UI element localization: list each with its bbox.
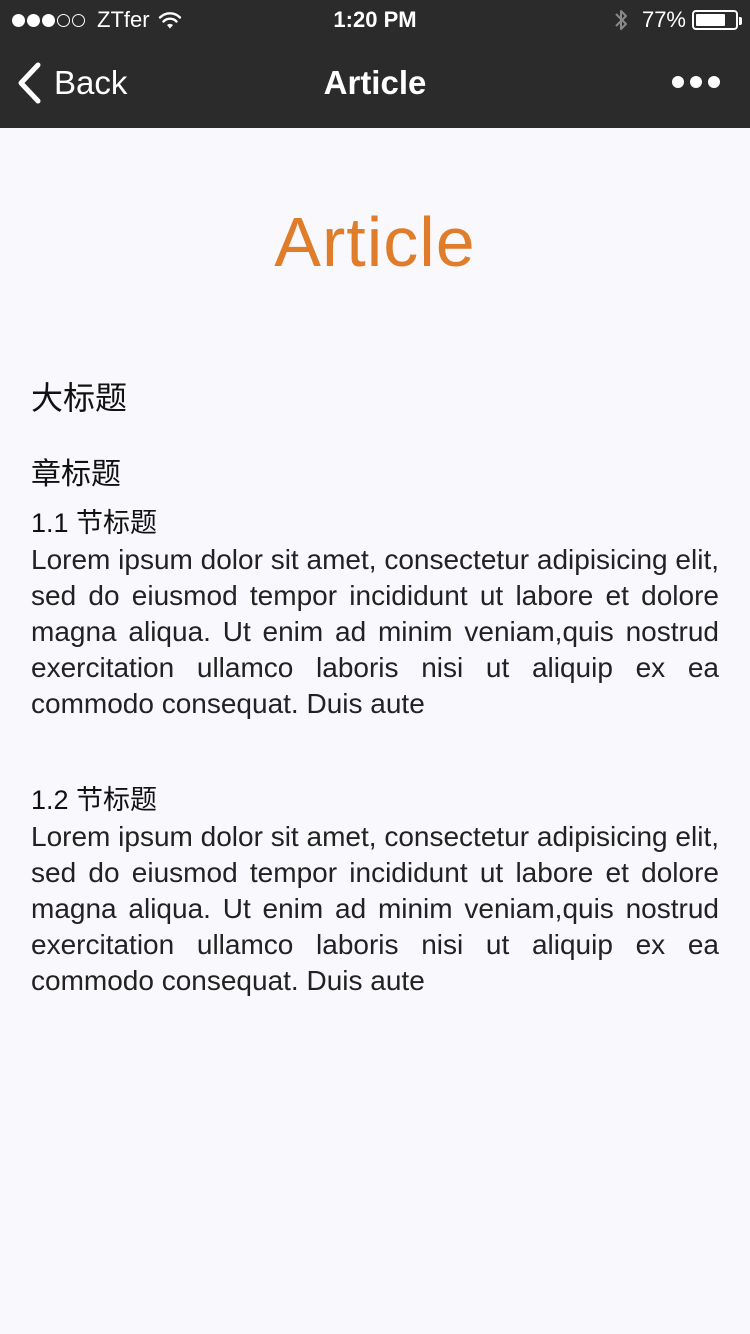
more-horizontal-icon bbox=[672, 76, 684, 88]
navigation-bar: Back Article bbox=[0, 40, 750, 128]
section-heading: 1.1 节标题 bbox=[31, 508, 158, 538]
battery-icon bbox=[692, 10, 742, 30]
top-bar: ZTfer 1:20 PM 77% Back Article bbox=[0, 0, 750, 128]
article-title: Article bbox=[274, 203, 476, 281]
main-heading: 大标题 bbox=[31, 380, 128, 416]
nav-title: Article bbox=[323, 64, 427, 101]
article-screen: ZTfer 1:20 PM 77% Back Article Article 大… bbox=[0, 0, 750, 1334]
battery-tip bbox=[739, 17, 742, 25]
section-heading: 1.2 节标题 bbox=[31, 785, 158, 815]
more-horizontal-icon bbox=[690, 76, 702, 88]
status-right: 77% bbox=[614, 7, 742, 33]
more-horizontal-icon bbox=[708, 76, 720, 88]
article-section: 1.2 节标题 Lorem ipsum dolor sit amet, cons… bbox=[31, 783, 719, 999]
article-section: 1.1 节标题 Lorem ipsum dolor sit amet, cons… bbox=[31, 506, 719, 722]
bluetooth-icon bbox=[615, 10, 627, 30]
battery-percent: 77% bbox=[641, 7, 686, 32]
chapter-heading: 章标题 bbox=[31, 458, 121, 491]
section-body: Lorem ipsum dolor sit amet, consectetur … bbox=[31, 821, 719, 996]
more-options-button[interactable] bbox=[666, 76, 720, 88]
battery-fill bbox=[696, 14, 725, 26]
status-bar: ZTfer 1:20 PM 77% bbox=[0, 0, 750, 40]
section-body: Lorem ipsum dolor sit amet, consectetur … bbox=[31, 544, 719, 719]
